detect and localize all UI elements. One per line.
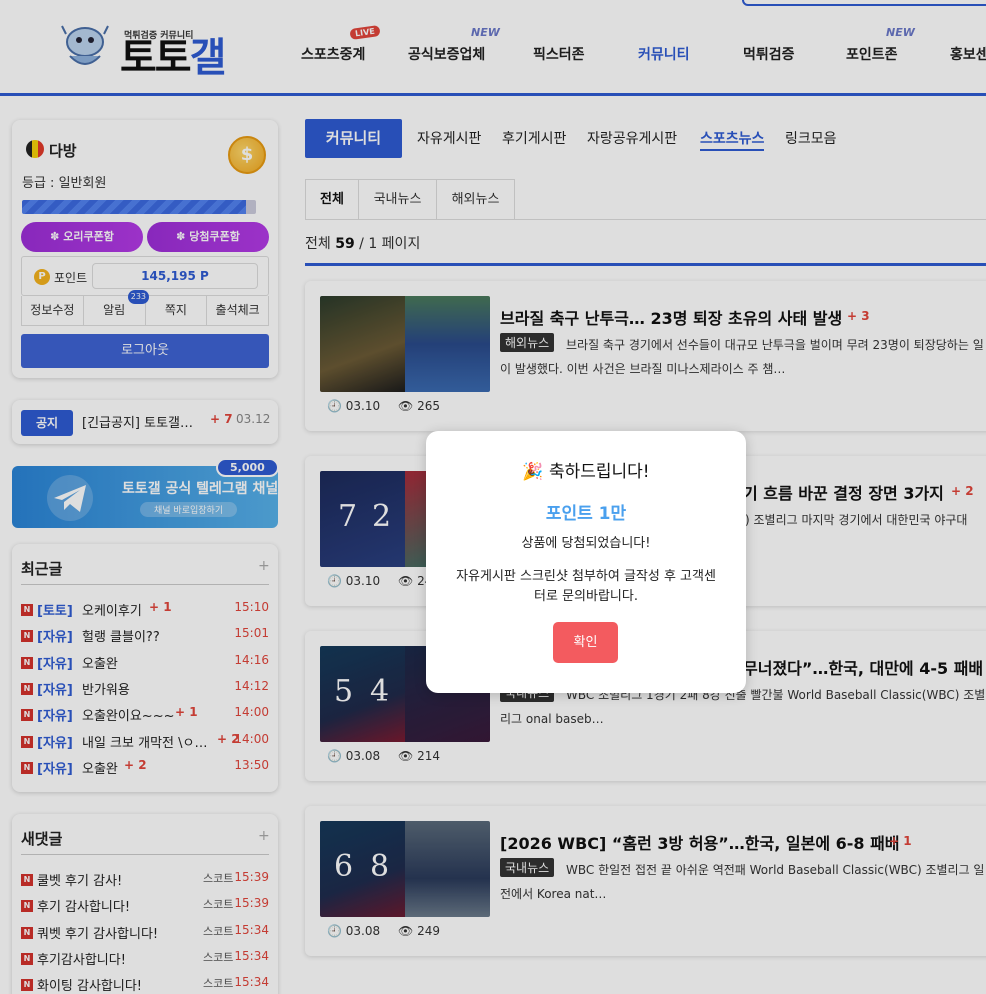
modal-instructions: 자유게시판 스크린샷 첨부하여 글작성 후 고객센터로 문의바랍니다. <box>456 569 716 604</box>
modal-message: 상품에 당첨되었습니다! <box>521 536 651 551</box>
congrats-modal: 🎉 축하드립니다! 포인트 1만 상품에 당첨되었습니다! 자유게시판 스크린샷… <box>426 431 746 693</box>
modal-prize: 포인트 1만 <box>545 504 627 524</box>
page: 먹튀검증 커뮤니티 토토갤 스포츠중계 공식보증업체 픽스터존 커뮤니티 먹튀검… <box>0 0 986 994</box>
confirm-button[interactable]: 확인 <box>553 622 618 663</box>
modal-title: 🎉 축하드립니다! <box>522 462 650 482</box>
